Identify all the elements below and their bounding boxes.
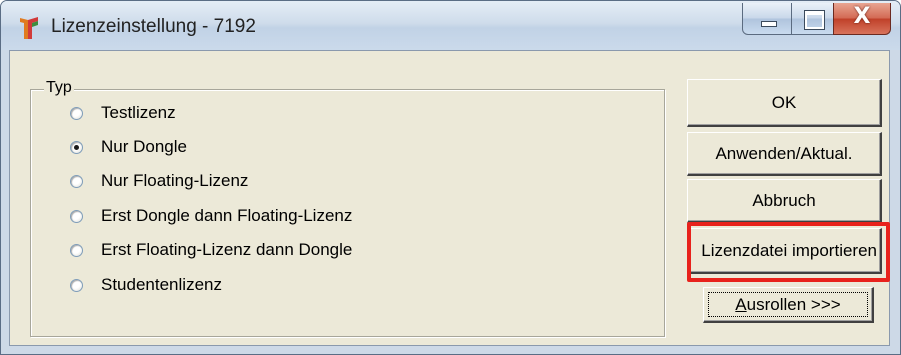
license-settings-dialog: Lizenzeinstellung - 7192 X Typ Testlizen…: [0, 0, 901, 355]
radio-button-icon[interactable]: [70, 243, 83, 257]
radio-option-testlizenz[interactable]: Testlizenz: [70, 101, 176, 125]
radio-button-checked-icon[interactable]: [70, 140, 83, 154]
minimize-icon: [761, 21, 777, 27]
app-logo-icon: [20, 17, 38, 39]
radio-option-nur-dongle[interactable]: Nur Dongle: [70, 135, 187, 159]
import-license-file-button[interactable]: Lizenzdatei importieren: [687, 228, 882, 274]
radio-label: Studentenlizenz: [101, 275, 222, 294]
dialog-body: Typ Testlizenz Nur Dongle Nur Floating-L…: [9, 50, 890, 346]
radio-button-icon[interactable]: [70, 278, 83, 292]
radio-button-icon[interactable]: [70, 174, 83, 188]
type-group-label: Typ: [44, 79, 74, 97]
radio-label: Erst Dongle dann Floating-Lizenz: [101, 206, 353, 225]
radio-label: Erst Floating-Lizenz dann Dongle: [101, 240, 353, 259]
radio-label: Nur Floating-Lizenz: [101, 171, 249, 190]
title-bar[interactable]: Lizenzeinstellung - 7192 X: [1, 1, 900, 50]
expand-mnemonic: A: [735, 294, 747, 314]
close-button[interactable]: X: [833, 3, 891, 35]
expand-label-rest: usrollen >>>: [746, 294, 841, 314]
maximize-icon: [804, 10, 825, 30]
expand-button-label: Ausrollen >>>: [735, 295, 840, 315]
cancel-button[interactable]: Abbruch: [687, 179, 882, 223]
window-title: Lizenzeinstellung - 7192: [51, 16, 256, 37]
maximize-button[interactable]: [791, 3, 834, 35]
apply-refresh-button[interactable]: Anwenden/Aktual.: [687, 132, 882, 176]
expand-button[interactable]: Ausrollen >>>: [703, 287, 874, 323]
radio-option-studentenlizenz[interactable]: Studentenlizenz: [70, 273, 222, 297]
radio-option-floating-then-dongle[interactable]: Erst Floating-Lizenz dann Dongle: [70, 238, 352, 262]
radio-label: Nur Dongle: [101, 137, 187, 156]
minimize-button[interactable]: [742, 3, 792, 35]
radio-button-icon[interactable]: [70, 106, 83, 120]
radio-option-nur-floating[interactable]: Nur Floating-Lizenz: [70, 169, 248, 193]
radio-option-dongle-then-floating[interactable]: Erst Dongle dann Floating-Lizenz: [70, 204, 352, 228]
close-icon: X: [853, 4, 871, 29]
radio-label: Testlizenz: [101, 103, 176, 122]
radio-button-icon[interactable]: [70, 209, 83, 223]
ok-button[interactable]: OK: [687, 79, 882, 127]
